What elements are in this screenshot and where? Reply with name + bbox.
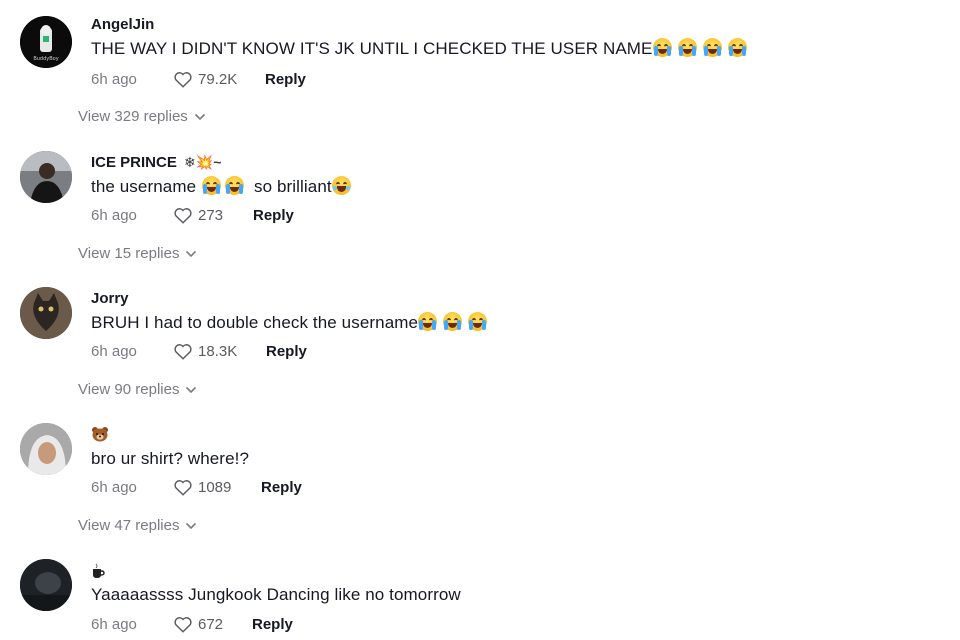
loudly-crying-face-icon <box>418 312 438 331</box>
heart-icon <box>174 617 192 633</box>
loudly-crying-face-icon <box>468 312 488 331</box>
reply-button[interactable]: Reply <box>252 616 293 633</box>
avatar-logo-icon: BuddyBoy <box>20 16 72 68</box>
view-replies-label: View 15 replies <box>78 245 180 262</box>
avatar-photo-icon <box>20 423 72 475</box>
heart-icon <box>174 344 192 360</box>
comment-text-part: the username <box>91 177 197 196</box>
loudly-crying-face-icon <box>677 38 697 57</box>
comment-time: 6h ago <box>91 342 137 360</box>
loudly-crying-face-icon <box>202 176 222 195</box>
view-replies-button[interactable]: View 15 replies <box>78 245 197 262</box>
svg-text:BuddyBoy: BuddyBoy <box>33 56 58 62</box>
view-replies-button[interactable]: View 47 replies <box>78 517 197 534</box>
comment-time: 6h ago <box>91 615 137 633</box>
avatar[interactable] <box>20 423 72 475</box>
like-button[interactable]: 1089 <box>173 478 261 496</box>
avatar[interactable]: BuddyBoy <box>20 16 72 68</box>
tears-of-joy-icon <box>331 176 351 195</box>
comment-time: 6h ago <box>91 478 137 496</box>
reply-button[interactable]: Reply <box>261 479 302 496</box>
comment-time: 6h ago <box>91 70 137 88</box>
chevron-down-icon <box>194 113 205 120</box>
reply-button[interactable]: Reply <box>266 343 307 360</box>
view-replies-label: View 90 replies <box>78 381 180 398</box>
chevron-down-icon <box>186 522 197 529</box>
avatar-photo-icon <box>20 559 72 611</box>
like-count: 18.3K <box>198 342 238 360</box>
comment-meta: 6h ago 672 Reply <box>91 615 293 633</box>
like-button[interactable]: 273 <box>173 206 253 224</box>
view-replies-button[interactable]: View 329 replies <box>78 108 206 125</box>
like-count: 273 <box>198 206 224 224</box>
reply-button[interactable]: Reply <box>253 207 294 224</box>
username-suffix: ❄💥~ <box>184 154 222 170</box>
comment-text: the username so brilliant <box>91 176 351 197</box>
comment-username[interactable]: ICE PRINCE ❄💥~ <box>91 154 221 171</box>
coffee-cup-icon[interactable] <box>91 563 105 579</box>
comment-text-part: so brilliant <box>253 177 332 196</box>
comment-time: 6h ago <box>91 206 137 224</box>
like-button[interactable]: 672 <box>173 615 252 633</box>
avatar-photo-icon <box>20 151 72 203</box>
avatar[interactable] <box>20 287 72 339</box>
comment-username-text: ICE PRINCE <box>91 154 177 171</box>
view-replies-label: View 47 replies <box>78 517 180 534</box>
avatar[interactable] <box>20 151 72 203</box>
view-replies-label: View 329 replies <box>78 108 188 125</box>
bear-face-icon[interactable] <box>91 426 109 442</box>
heart-icon <box>174 480 192 496</box>
view-replies-button[interactable]: View 90 replies <box>78 381 197 398</box>
heart-icon <box>174 208 192 224</box>
avatar[interactable] <box>20 559 72 611</box>
loudly-crying-face-icon <box>443 312 463 331</box>
loudly-crying-face-icon <box>225 176 245 195</box>
loudly-crying-face-icon <box>652 38 672 57</box>
chevron-down-icon <box>186 250 197 257</box>
loudly-crying-face-icon <box>727 38 747 57</box>
avatar-cat-icon <box>20 287 72 339</box>
comment-meta: 6h ago 1089 Reply <box>91 478 302 496</box>
comment-meta: 6h ago 273 Reply <box>91 206 294 224</box>
heart-icon <box>174 72 192 88</box>
like-count: 79.2K <box>198 70 238 88</box>
comment-username[interactable]: Jorry <box>91 290 129 307</box>
like-button[interactable]: 18.3K <box>173 342 266 360</box>
like-count: 672 <box>198 615 224 633</box>
like-button[interactable]: 79.2K <box>173 70 265 88</box>
comment-text-body: BRUH I had to double check the username <box>91 313 419 332</box>
reply-button[interactable]: Reply <box>265 71 306 88</box>
comment-username[interactable]: AngelJin <box>91 16 154 33</box>
comment-text: Yaaaaassss Jungkook Dancing like no tomo… <box>91 585 461 604</box>
comment-text-body: THE WAY I DIDN'T KNOW IT'S JK UNTIL I CH… <box>91 39 653 58</box>
comment-text: THE WAY I DIDN'T KNOW IT'S JK UNTIL I CH… <box>91 38 747 59</box>
comment-meta: 6h ago 79.2K Reply <box>91 70 306 88</box>
comment-text: BRUH I had to double check the username <box>91 312 488 333</box>
like-count: 1089 <box>198 478 232 496</box>
comment-meta: 6h ago 18.3K Reply <box>91 342 307 360</box>
loudly-crying-face-icon <box>702 38 722 57</box>
comment-text: bro ur shirt? where!? <box>91 449 250 468</box>
chevron-down-icon <box>186 386 197 393</box>
